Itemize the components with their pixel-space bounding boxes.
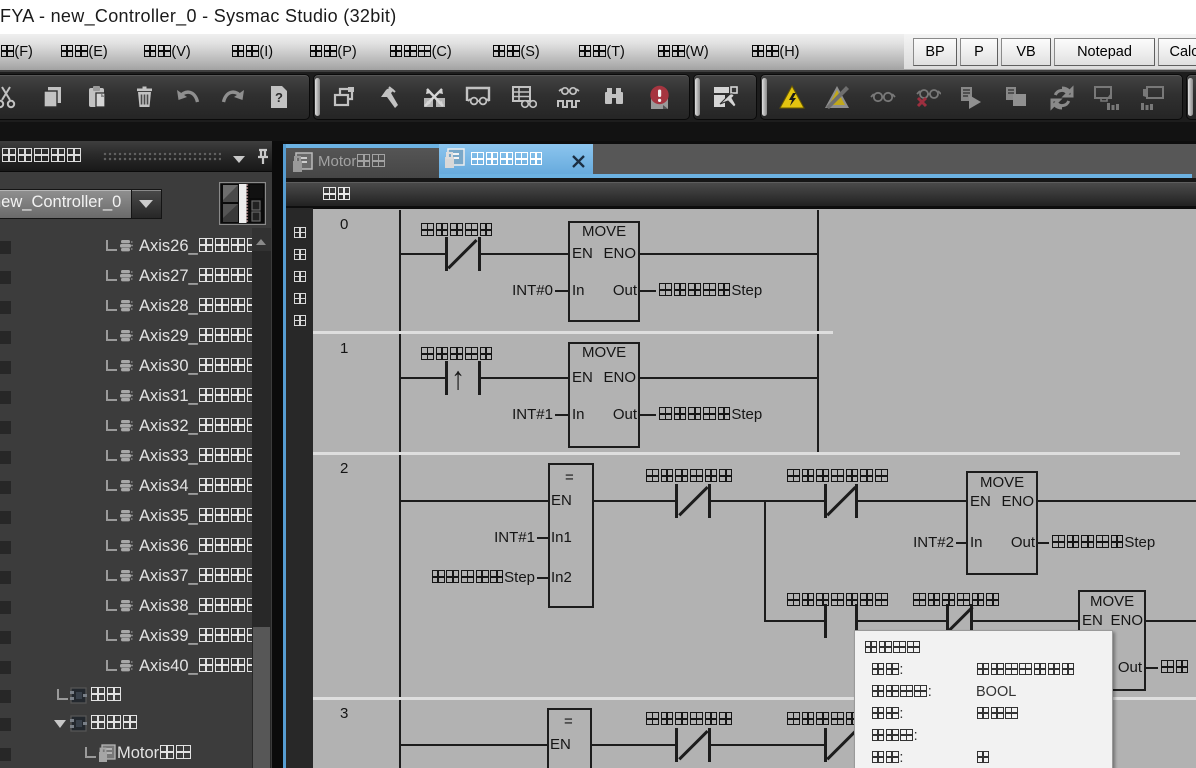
svg-text:?: ? <box>275 90 283 105</box>
